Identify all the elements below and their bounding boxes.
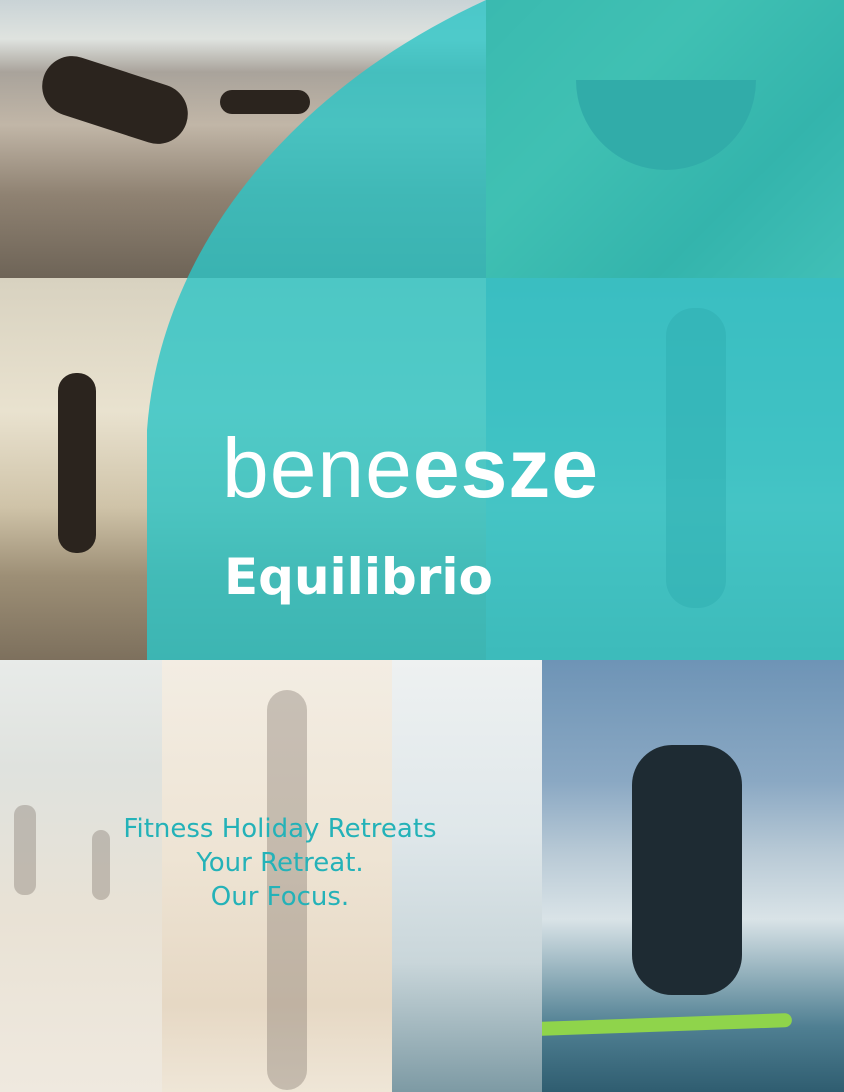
photo-surfer (542, 660, 844, 1092)
photo-beach-abs-workout (0, 0, 486, 278)
page-subtitle: Equilibrio (224, 548, 493, 606)
tagline-line-3: Our Focus. (210, 882, 350, 912)
logo-text-bold: esze (412, 421, 600, 515)
logo-text-light: bene (222, 421, 413, 515)
tagline: Fitness Holiday Retreats Your Retreat. O… (60, 812, 500, 914)
tagline-line-2: Your Retreat. (196, 848, 364, 878)
tagline-line-1: Fitness Holiday Retreats (123, 814, 437, 844)
beneesze-logo: beneesze (222, 420, 599, 520)
photo-hammock (486, 0, 844, 278)
